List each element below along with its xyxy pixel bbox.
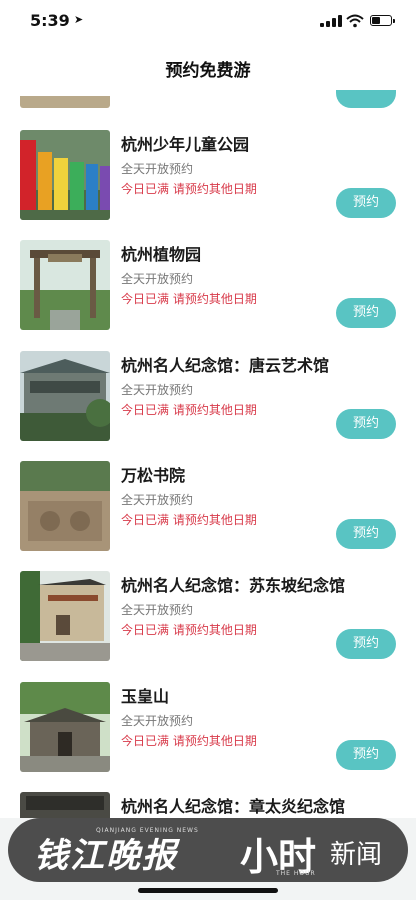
venue-thumbnail bbox=[20, 130, 110, 220]
status-bar: 5:39 ➤ bbox=[0, 0, 416, 44]
qianjiang-logo-en: QIANJIANG EVENING NEWS bbox=[96, 827, 199, 834]
venue-thumbnail bbox=[20, 682, 110, 772]
reserve-button[interactable]: 预约 bbox=[336, 188, 396, 218]
venue-status: 今日已满 请预约其他日期 bbox=[121, 182, 257, 196]
page-title: 预约免费游 bbox=[165, 61, 251, 81]
venue-thumbnail bbox=[20, 240, 110, 330]
the-hour-logo-en: THE HOUR bbox=[276, 870, 316, 877]
list-item[interactable]: 杭州植物园 全天开放预约 今日已满 请预约其他日期 预约 bbox=[0, 240, 416, 350]
venue-name: 杭州名人纪念馆：苏东坡纪念馆 bbox=[121, 576, 346, 595]
venue-thumbnail bbox=[20, 96, 110, 108]
venue-hours: 全天开放预约 bbox=[121, 493, 194, 507]
venue-hours: 全天开放预约 bbox=[121, 714, 194, 728]
venue-hours: 全天开放预约 bbox=[121, 272, 194, 286]
venue-status: 今日已满 请预约其他日期 bbox=[121, 623, 257, 637]
venue-hours: 全天开放预约 bbox=[121, 162, 194, 176]
venue-name: 玉皇山 bbox=[121, 687, 170, 706]
reserve-button[interactable]: 预约 bbox=[336, 519, 396, 549]
venue-name: 杭州名人纪念馆：章太炎纪念馆 bbox=[121, 797, 346, 816]
list-item[interactable]: 玉皇山 全天开放预约 今日已满 请预约其他日期 预约 bbox=[0, 682, 416, 792]
venue-name: 万松书院 bbox=[121, 466, 186, 485]
news-label: 新闻 bbox=[330, 840, 383, 870]
qianjiang-logo: 钱江晚报 bbox=[34, 836, 178, 876]
list-item[interactable]: 杭州名人纪念馆：唐云艺术馆 全天开放预约 今日已满 请预约其他日期 预约 bbox=[0, 351, 416, 461]
reserve-button[interactable]: 预约 bbox=[336, 298, 396, 328]
reserve-button[interactable]: 预约 bbox=[336, 740, 396, 770]
list-item[interactable]: 万松书院 全天开放预约 今日已满 请预约其他日期 预约 bbox=[0, 461, 416, 571]
list-item[interactable]: 杭州少年儿童公园 全天开放预约 今日已满 请预约其他日期 预约 bbox=[0, 130, 416, 240]
nav-bar: 预约免费游 bbox=[0, 44, 416, 90]
status-time: 5:39 bbox=[30, 11, 70, 30]
list-item[interactable]: 杭州名人纪念馆：苏东坡纪念馆 全天开放预约 今日已满 请预约其他日期 预约 bbox=[0, 571, 416, 681]
venue-hours: 全天开放预约 bbox=[121, 603, 194, 617]
venue-status: 今日已满 请预约其他日期 bbox=[121, 292, 257, 306]
cellular-signal-icon bbox=[320, 15, 342, 27]
venue-name: 杭州少年儿童公园 bbox=[121, 135, 250, 154]
venue-hours: 全天开放预约 bbox=[121, 383, 194, 397]
location-arrow-icon: ➤ bbox=[74, 13, 84, 26]
venue-thumbnail bbox=[20, 571, 110, 661]
wifi-icon bbox=[346, 14, 364, 28]
home-indicator bbox=[138, 888, 278, 893]
venue-status: 今日已满 请预约其他日期 bbox=[121, 513, 257, 527]
battery-icon bbox=[370, 15, 395, 26]
reserve-button[interactable]: 预约 bbox=[336, 629, 396, 659]
venue-thumbnail bbox=[20, 461, 110, 551]
news-watermark: 钱江晚报 QIANJIANG EVENING NEWS 小时 THE HOUR … bbox=[8, 818, 408, 882]
venue-thumbnail bbox=[20, 351, 110, 441]
venue-name: 杭州植物园 bbox=[121, 245, 202, 264]
reserve-button[interactable] bbox=[336, 90, 396, 108]
reserve-button[interactable]: 预约 bbox=[336, 409, 396, 439]
venue-status: 今日已满 请预约其他日期 bbox=[121, 734, 257, 748]
list-item bbox=[0, 90, 416, 110]
venue-name: 杭州名人纪念馆：唐云艺术馆 bbox=[121, 356, 330, 375]
venue-status: 今日已满 请预约其他日期 bbox=[121, 403, 257, 417]
venue-list[interactable]: 杭州少年儿童公园 全天开放预约 今日已满 请预约其他日期 预约 杭州植物园 全天… bbox=[0, 90, 416, 900]
